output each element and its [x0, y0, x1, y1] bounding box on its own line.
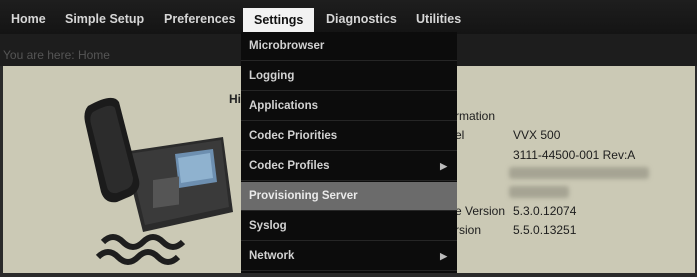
menu-item-microbrowser[interactable]: Microbrowser: [241, 32, 457, 61]
menu-item-label: Codec Priorities: [249, 130, 338, 142]
menu-item-codec-profiles[interactable]: Codec Profiles ▶: [241, 152, 457, 181]
info-value-model: VVX 500: [513, 128, 561, 142]
info-value-updater-version: 5.5.0.13251: [513, 223, 577, 237]
menu-item-label: Network: [249, 250, 295, 262]
nav-simple-setup[interactable]: Simple Setup: [54, 0, 155, 34]
nav-diagnostics[interactable]: Diagnostics: [315, 0, 408, 34]
triangle-right-icon: ▶: [440, 251, 447, 261]
menu-item-label: Provisioning Server: [249, 190, 358, 202]
info-heading: rmation: [455, 109, 496, 123]
breadcrumb: You are here: Home: [3, 48, 110, 62]
nav-utilities[interactable]: Utilities: [405, 0, 472, 34]
redacted-value: [509, 167, 649, 179]
menu-item-logging[interactable]: Logging: [241, 62, 457, 91]
menu-item-codec-priorities[interactable]: Codec Priorities: [241, 122, 457, 151]
menu-item-provisioning-server[interactable]: Provisioning Server: [241, 182, 457, 211]
nav-home[interactable]: Home: [0, 0, 57, 34]
phone-image: [83, 92, 233, 277]
menu-item-label: Applications: [249, 100, 319, 112]
redacted-value: [509, 186, 569, 198]
settings-dropdown-menu: Microbrowser Logging Applications Codec …: [241, 32, 457, 273]
menu-item-label: Logging: [249, 70, 295, 82]
info-label: rsion: [455, 223, 482, 237]
menu-item-label: Syslog: [249, 220, 287, 232]
info-value-part-number: 3111-44500-001 Rev:A: [513, 148, 636, 162]
panel-title: Hi: [229, 92, 241, 106]
info-value-software-version: 5.3.0.12074: [513, 204, 577, 218]
info-label: e Version: [455, 204, 506, 218]
top-navigation: Home Simple Setup Preferences Settings D…: [0, 0, 697, 40]
menu-item-applications[interactable]: Applications: [241, 92, 457, 121]
menu-item-network[interactable]: Network ▶: [241, 242, 457, 271]
menu-item-label: Codec Profiles: [249, 160, 330, 172]
nav-preferences[interactable]: Preferences: [153, 0, 247, 34]
triangle-right-icon: ▶: [440, 161, 447, 171]
menu-item-label: Microbrowser: [249, 40, 325, 52]
menu-item-syslog[interactable]: Syslog: [241, 212, 457, 241]
